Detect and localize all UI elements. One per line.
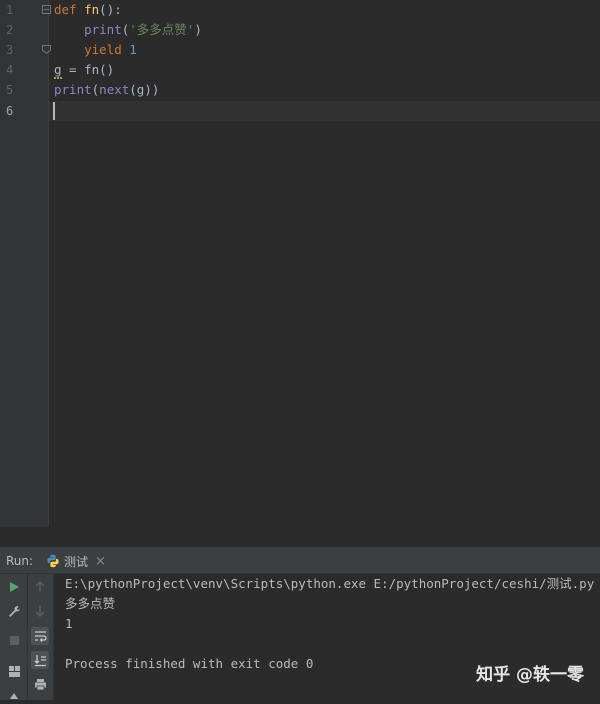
wrench-icon[interactable] [5,602,23,620]
print-icon[interactable] [31,675,49,693]
close-icon[interactable]: × [95,554,106,569]
line-number: 5 [6,83,14,97]
string-literal: '多多点赞' [129,22,195,37]
builtin-function: print [84,22,122,37]
console-line: Process finished with exit code 0 [65,656,314,671]
run-toolbar-primary [0,574,28,700]
code-line: print('多多点赞') [54,20,202,40]
soft-wrap-icon[interactable] [31,627,49,645]
console-line: 1 [65,616,73,631]
code-text: (): [99,2,122,17]
builtin-function: next [99,82,130,97]
watermark: 知乎 @轶一零 [476,665,584,685]
console-line: E:\pythonProject\venv\Scripts\python.exe… [65,576,595,591]
rerun-play-icon[interactable] [5,578,23,596]
fold-end-icon[interactable] [42,45,52,55]
code-text: = fn() [61,62,115,77]
code-line: g = fn() [54,60,114,80]
variable-warning: g [54,62,62,79]
pin-icon[interactable] [5,686,23,704]
number-literal: 1 [129,42,137,57]
editor-bottom-area [0,527,600,547]
code-line: yield 1 [54,40,137,60]
line-number: 1 [6,3,14,17]
run-tab[interactable]: 测试 × [46,549,106,573]
stop-icon[interactable] [5,631,23,649]
scroll-to-end-icon[interactable] [31,651,49,669]
line-number-gutter: 1 2 3 4 5 6 [0,0,52,527]
line-number: 4 [6,63,14,77]
keyword: yield [84,42,130,57]
line-number: 2 [6,23,14,37]
run-label: Run: [6,554,34,568]
run-tab-title: 测试 [64,554,89,569]
code-text: (g)) [129,82,160,97]
code-text: ) [194,22,202,37]
text-caret [53,102,55,120]
line-number: 6 [6,104,14,118]
run-toolbar-secondary [28,574,54,700]
code-editor[interactable]: 1 2 3 4 5 6 def fn(): print('多多点赞') yiel… [0,0,600,527]
current-line-highlight [49,101,600,121]
function-name: fn [84,2,100,17]
code-line: print(next(g)) [54,80,159,100]
python-icon [47,554,59,568]
builtin-function: print [54,82,92,97]
line-number: 3 [6,43,14,57]
arrow-down-icon[interactable] [31,602,49,620]
fold-start-icon[interactable] [42,5,52,15]
arrow-up-icon[interactable] [31,578,49,596]
console-line: 多多点赞 [65,596,116,611]
layout-icon[interactable] [5,662,23,680]
code-line: def fn(): [54,0,122,20]
run-tool-header: Run: 测试 × [0,549,600,574]
keyword: def [54,2,85,17]
